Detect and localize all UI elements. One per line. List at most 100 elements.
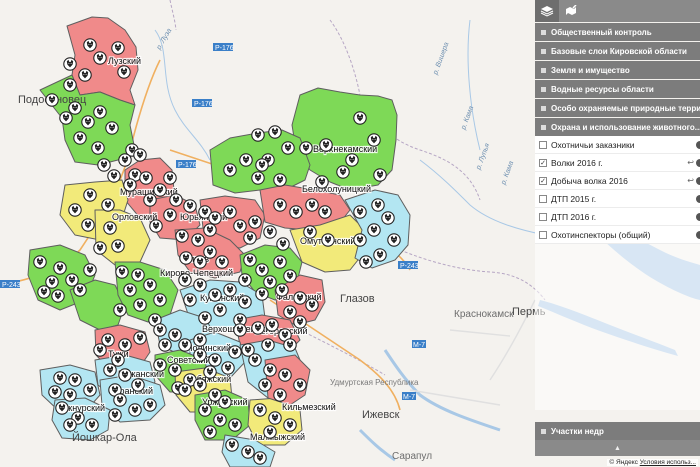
wolf-marker-icon[interactable] <box>163 208 177 222</box>
wolf-marker-icon[interactable] <box>178 338 192 352</box>
wolf-marker-icon[interactable] <box>251 171 265 185</box>
layer-group-land[interactable]: Земля и имущество <box>535 61 700 79</box>
wolf-marker-icon[interactable] <box>273 198 287 212</box>
sublayer-hunting-reserves[interactable]: Охотничьи заказники <box>535 136 700 154</box>
wolf-marker-icon[interactable] <box>83 188 97 202</box>
wolf-marker-icon[interactable] <box>178 383 192 397</box>
wolf-marker-icon[interactable] <box>289 205 303 219</box>
wolf-marker-icon[interactable] <box>59 111 73 125</box>
wolf-marker-icon[interactable] <box>108 408 122 422</box>
wolf-marker-icon[interactable] <box>103 221 117 235</box>
checkbox-icon[interactable]: ✓ <box>539 176 547 185</box>
wolf-marker-icon[interactable] <box>208 353 222 367</box>
wolf-marker-icon[interactable] <box>153 323 167 337</box>
wolf-marker-icon[interactable] <box>63 78 77 92</box>
wolf-marker-icon[interactable] <box>63 57 77 71</box>
wolf-marker-icon[interactable] <box>133 331 147 345</box>
wolf-marker-icon[interactable] <box>367 223 381 237</box>
wolf-marker-icon[interactable] <box>293 291 307 305</box>
wolf-marker-icon[interactable] <box>225 438 239 452</box>
wolf-marker-icon[interactable] <box>81 218 95 232</box>
wolf-marker-icon[interactable] <box>143 398 157 412</box>
sublayer-handle[interactable] <box>696 195 700 203</box>
wolf-marker-icon[interactable] <box>128 403 142 417</box>
wolf-marker-icon[interactable] <box>233 323 247 337</box>
wolf-marker-icon[interactable] <box>133 148 147 162</box>
layers-icon[interactable] <box>535 0 559 22</box>
wolf-marker-icon[interactable] <box>238 295 252 309</box>
wolf-marker-icon[interactable] <box>93 105 107 119</box>
wolf-marker-icon[interactable] <box>233 219 247 233</box>
wolf-marker-icon[interactable] <box>111 239 125 253</box>
wolf-marker-icon[interactable] <box>223 163 237 177</box>
sublayer-wolf-hunt-2016[interactable]: ✓ Добыча волка 2016 ↩ <box>535 172 700 190</box>
checkbox-icon[interactable] <box>539 230 547 239</box>
wolf-marker-icon[interactable] <box>118 153 132 167</box>
wolf-marker-icon[interactable] <box>276 237 290 251</box>
wolf-marker-icon[interactable] <box>203 425 217 439</box>
checkbox-icon[interactable] <box>539 212 547 221</box>
wolf-marker-icon[interactable] <box>223 283 237 297</box>
wolf-marker-icon[interactable] <box>255 158 269 172</box>
wolf-marker-icon[interactable] <box>93 51 107 65</box>
wolf-marker-icon[interactable] <box>255 287 269 301</box>
wolf-marker-icon[interactable] <box>293 378 307 392</box>
collapse-panel-button[interactable]: ▲ <box>535 440 700 456</box>
wolf-marker-icon[interactable] <box>283 338 297 352</box>
wolf-marker-icon[interactable] <box>83 38 97 52</box>
wolf-marker-icon[interactable] <box>193 278 207 292</box>
wolf-marker-icon[interactable] <box>213 303 227 317</box>
wolf-marker-icon[interactable] <box>353 111 367 125</box>
sublayer-handle[interactable] <box>696 159 700 167</box>
wolf-marker-icon[interactable] <box>83 263 97 277</box>
wolf-marker-icon[interactable] <box>253 451 267 465</box>
wolf-marker-icon[interactable] <box>123 178 137 192</box>
wolf-marker-icon[interactable] <box>367 133 381 147</box>
wolf-marker-icon[interactable] <box>131 378 145 392</box>
wolf-marker-icon[interactable] <box>193 255 207 269</box>
wolf-marker-icon[interactable] <box>208 288 222 302</box>
wolf-marker-icon[interactable] <box>273 388 287 402</box>
wolf-marker-icon[interactable] <box>107 169 121 183</box>
wolf-marker-icon[interactable] <box>175 229 189 243</box>
wolf-marker-icon[interactable] <box>281 141 295 155</box>
wolf-marker-icon[interactable] <box>305 198 319 212</box>
wolf-marker-icon[interactable] <box>45 93 59 107</box>
wolf-marker-icon[interactable] <box>261 338 275 352</box>
wolf-marker-icon[interactable] <box>115 265 129 279</box>
arrow-icon[interactable]: ↩ <box>687 176 694 185</box>
wolf-marker-icon[interactable] <box>118 368 132 382</box>
wolf-marker-icon[interactable] <box>373 168 387 182</box>
layer-group-wildlife[interactable]: Охрана и использование животного... <box>535 118 700 136</box>
wolf-marker-icon[interactable] <box>255 263 269 277</box>
wolf-marker-icon[interactable] <box>83 383 97 397</box>
layer-group-water[interactable]: Водные ресурсы области <box>535 80 700 98</box>
wolf-marker-icon[interactable] <box>315 175 329 189</box>
wolf-marker-icon[interactable] <box>153 183 167 197</box>
wolf-marker-icon[interactable] <box>37 285 51 299</box>
wolf-marker-icon[interactable] <box>179 251 193 265</box>
wolf-marker-icon[interactable] <box>303 225 317 239</box>
wolf-marker-icon[interactable] <box>33 255 47 269</box>
wolf-marker-icon[interactable] <box>243 253 257 267</box>
wolf-marker-icon[interactable] <box>305 298 319 312</box>
wolf-marker-icon[interactable] <box>273 255 287 269</box>
wolf-marker-icon[interactable] <box>208 211 222 225</box>
wolf-marker-icon[interactable] <box>251 128 265 142</box>
wolf-marker-icon[interactable] <box>283 269 297 283</box>
wolf-marker-icon[interactable] <box>198 311 212 325</box>
wolf-marker-icon[interactable] <box>53 261 67 275</box>
wolf-marker-icon[interactable] <box>143 278 157 292</box>
wolf-marker-icon[interactable] <box>183 293 197 307</box>
wolf-marker-icon[interactable] <box>143 193 157 207</box>
wolf-marker-icon[interactable] <box>48 385 62 399</box>
wolf-marker-icon[interactable] <box>168 328 182 342</box>
wolf-marker-icon[interactable] <box>283 305 297 319</box>
wolf-marker-icon[interactable] <box>178 273 192 287</box>
sublayer-handle[interactable] <box>696 141 700 149</box>
wolf-marker-icon[interactable] <box>168 363 182 377</box>
wolf-marker-icon[interactable] <box>248 215 262 229</box>
wolf-marker-icon[interactable] <box>248 353 262 367</box>
wolf-marker-icon[interactable] <box>73 283 87 297</box>
wolf-marker-icon[interactable] <box>113 303 127 317</box>
